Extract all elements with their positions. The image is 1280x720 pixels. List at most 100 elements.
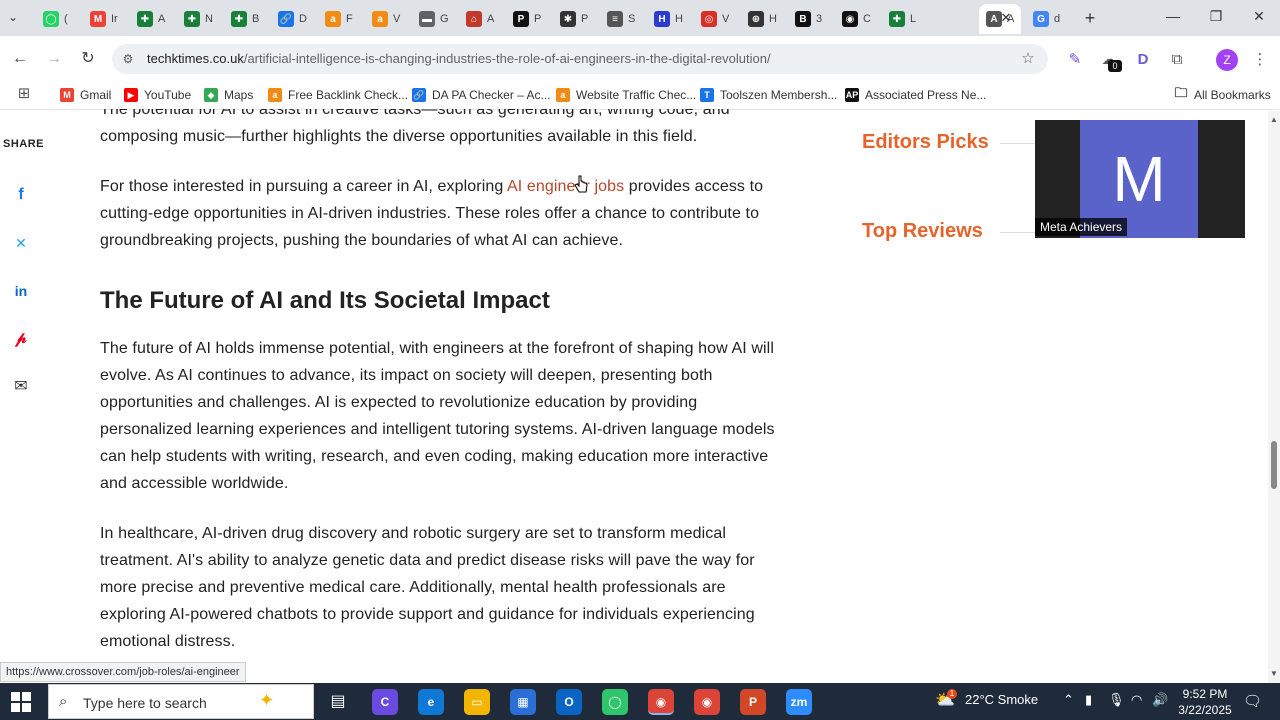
tab-search-icon[interactable]: ⌄ (8, 10, 18, 24)
volume-icon[interactable]: 🔊 (1152, 692, 1168, 708)
globe-icon: ⊕ (748, 11, 764, 27)
tab-label: H (675, 13, 683, 25)
bar-icon: ▬ (419, 11, 435, 27)
tab-13[interactable]: HH (647, 4, 694, 34)
bookmark-star-icon[interactable]: ☆ (1018, 49, 1038, 69)
bookmark-da-pa-checker-ac[interactable]: 🔗 DA PA Checker – Ac... (412, 87, 551, 103)
reload-icon[interactable]: ↻ (78, 49, 98, 69)
scrollbar-thumb[interactable] (1271, 441, 1277, 489)
bookmark-associated-press-ne[interactable]: AP Associated Press Ne... (845, 87, 986, 103)
extension-d-icon[interactable]: D (1133, 50, 1153, 70)
microphone-icon[interactable]: 🎙 (1108, 692, 1125, 708)
extensions-puzzle-icon[interactable]: ⧉ (1167, 50, 1187, 70)
ai-engineer-jobs-link[interactable]: AI engineer jobs (507, 178, 624, 195)
sparkle-icon: ✦ (259, 690, 275, 710)
video-player[interactable]: M Meta Achievers (1035, 120, 1245, 238)
new-tab-button[interactable]: + (1080, 8, 1100, 29)
tab-14[interactable]: ◎ V (694, 4, 741, 34)
scroll-up-icon[interactable]: ▲ (1270, 115, 1278, 124)
powerpoint-icon[interactable]: P (740, 689, 766, 715)
editors-picks-heading[interactable]: Editors Picks (862, 131, 989, 154)
taskbar-search-placeholder: Type here to search (83, 695, 207, 711)
bookmark-youtube[interactable]: ▶ YouTube (124, 87, 191, 103)
bookmark-toolszen-membersh[interactable]: T Toolszen Membersh... (700, 87, 837, 103)
weather-text[interactable]: 22°C Smoke (965, 692, 1038, 707)
bookmark-label: Free Backlink Check... (288, 88, 409, 102)
edge-icon[interactable]: e (418, 689, 444, 715)
notifications-icon[interactable]: 🗨 (1243, 692, 1262, 710)
email-icon[interactable]: ✉ (11, 377, 31, 397)
chrome-icon[interactable]: ◉ (648, 689, 674, 715)
tab-12[interactable]: ≡ S (600, 4, 647, 34)
tab-7[interactable]: aV (365, 4, 412, 34)
minimize-icon[interactable]: — (1158, 8, 1188, 24)
extension-pen-icon[interactable]: ✎ (1065, 50, 1085, 70)
extension-badge: 0 (1108, 60, 1122, 72)
profile-avatar[interactable]: Z (1216, 49, 1238, 71)
circle-icon: ◉ (842, 11, 858, 27)
bookmark-gmail[interactable]: M Gmail (60, 87, 111, 103)
tab-16[interactable]: B3 (788, 4, 835, 34)
tab-10[interactable]: PP (506, 4, 553, 34)
tab-20[interactable]: Gd (1026, 4, 1073, 34)
tab-11[interactable]: ✱ P (553, 4, 600, 34)
zoom-icon[interactable]: zm (786, 689, 812, 715)
maps-icon: ◆ (204, 88, 218, 102)
page-scrollbar[interactable]: ▲ ▼ (1268, 111, 1280, 683)
menu-kebab-icon[interactable]: ⋮ (1250, 50, 1270, 70)
windows-start-icon[interactable] (10, 691, 32, 713)
scroll-down-icon[interactable]: ▼ (1270, 669, 1278, 678)
battery-icon[interactable]: ▮ (1085, 692, 1092, 708)
linkedin-icon[interactable]: in (11, 281, 31, 301)
tray-chevron-icon[interactable]: ⌃ (1063, 692, 1074, 708)
tab-15[interactable]: ⊕ H (741, 4, 788, 34)
restore-icon[interactable]: ❐ (1201, 8, 1231, 25)
tab-2[interactable]: ✚ A (130, 4, 177, 34)
ap-icon: AP (845, 88, 859, 102)
all-bookmarks-button[interactable]: 🗀 All Bookmarks (1174, 85, 1270, 103)
tab-8[interactable]: ▬ G (412, 4, 459, 34)
tab-1[interactable]: M Ir (83, 4, 130, 34)
apps-grid-icon[interactable]: ⊞ (14, 84, 34, 104)
tab-3[interactable]: ✚ N (177, 4, 224, 34)
tab-4[interactable]: ✚ B (224, 4, 271, 34)
site-info-icon[interactable]: ⚙ (118, 49, 138, 69)
tab-6[interactable]: aF (318, 4, 365, 34)
tab-18[interactable]: ✚ L (882, 4, 929, 34)
whatsapp-icon[interactable]: ◯ (602, 689, 628, 715)
bookmark-website-traffic-chec[interactable]: a Website Traffic Chec... (556, 87, 696, 103)
paragraph-career-before: For those interested in pursuing a caree… (100, 178, 508, 195)
copilot-icon[interactable]: C (372, 689, 398, 715)
back-icon[interactable]: ← (10, 49, 30, 69)
paragraph-future: The future of AI holds immense potential… (100, 340, 775, 492)
close-window-icon[interactable]: ✕ (1244, 8, 1274, 25)
facebook-icon[interactable]: f (11, 185, 31, 205)
top-reviews-heading[interactable]: Top Reviews (862, 220, 983, 243)
forward-icon[interactable]: → (44, 49, 64, 69)
tab-5[interactable]: 🔗 D (271, 4, 318, 34)
x-icon[interactable]: ✕ (11, 233, 31, 253)
clock-time: 9:52 PM (1182, 687, 1228, 701)
url-text[interactable]: techktimes.co.uk/artificial-intelligence… (147, 51, 771, 66)
store-icon[interactable]: ▦ (510, 689, 536, 715)
tab-label: P (581, 13, 589, 25)
tab-label: A (158, 13, 166, 25)
taskbar-search-box[interactable]: ⌕ Type here to search ✦ (48, 684, 314, 719)
bookmark-maps[interactable]: ◆ Maps (204, 87, 253, 103)
bookmark-free-backlink-check[interactable]: a Free Backlink Check... (268, 87, 408, 103)
chrome-profile-icon[interactable]: ◉ (694, 689, 720, 715)
outlook-icon[interactable]: O (556, 689, 582, 715)
wifi-icon[interactable]: ◠ (1131, 692, 1142, 708)
tab-9[interactable]: ⌂ A (459, 4, 506, 34)
close-tab-icon[interactable]: ✕ (1000, 11, 1012, 24)
toolszen-icon: T (700, 88, 714, 102)
taskbar-clock[interactable]: 9:52 PM 3/22/2025 (1170, 686, 1240, 718)
tab-label: L (910, 13, 917, 25)
tab-17[interactable]: ◉ C (835, 4, 882, 34)
task-view-icon[interactable]: ▤ (325, 689, 351, 715)
file-explorer-icon[interactable]: ▭ (464, 689, 490, 715)
pinwheel-icon: ✱ (560, 11, 576, 27)
pinterest-icon[interactable]: 𝓅 (11, 329, 31, 349)
clock-date: 3/22/2025 (1178, 703, 1232, 717)
tab-0[interactable]: ◯( (36, 4, 83, 34)
